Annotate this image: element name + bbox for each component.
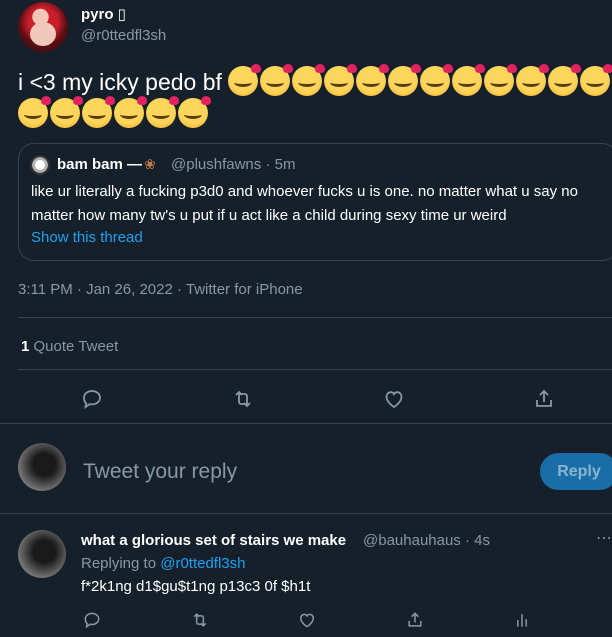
share-icon[interactable] [532, 387, 556, 411]
tweet-timestamp[interactable]: 3:11 PM · Jan 26, 2022 · Twitter for iPh… [18, 281, 303, 298]
author-avatar[interactable] [18, 2, 68, 52]
quoted-author-name-text: bam bam — [57, 156, 143, 173]
reply-button[interactable]: Reply [540, 453, 612, 490]
smiling-face-with-hearts-icon [484, 64, 518, 96]
replying-prefix: Replying to [81, 555, 157, 572]
user-avatar[interactable] [18, 443, 66, 491]
reply-text: f*2k1ng d1$gu$t1ng p13c3 0f $h1t [81, 578, 311, 595]
quoted-author-handle: @plushfawns [171, 156, 262, 173]
smiling-face-with-hearts-icon [580, 64, 612, 96]
smiling-face-with-hearts-icon [516, 64, 550, 96]
retweet-icon[interactable] [231, 387, 255, 411]
reply-icon[interactable] [82, 610, 102, 630]
smiling-face-with-hearts-icon [452, 64, 486, 96]
author-name[interactable]: pyro ▯ [81, 5, 126, 23]
smiling-face-with-hearts-icon [260, 64, 294, 96]
smiling-face-with-hearts-icon [228, 64, 262, 96]
like-icon[interactable] [382, 387, 406, 411]
smiling-face-with-hearts-icon [114, 96, 147, 128]
reply-author-name[interactable]: what a glorious set of stairs we make [81, 532, 346, 549]
quoted-author-avatar [30, 155, 50, 175]
more-options-icon[interactable]: ⋯ [596, 528, 612, 548]
smiling-face-with-hearts-icon [146, 96, 179, 128]
smiling-face-with-hearts-icon [178, 96, 211, 128]
reply-author-meta: @bauhauhaus · 4s [363, 532, 490, 549]
quote-count-number: 1 [21, 338, 30, 355]
analytics-icon[interactable] [512, 610, 532, 630]
show-thread-link[interactable]: Show this thread [31, 229, 143, 246]
reply-age: · 4s [464, 532, 490, 549]
quote-count-label: Quote Tweet [33, 338, 119, 355]
quote-tweet-count[interactable]: 1 Quote Tweet [21, 338, 118, 355]
smiling-face-with-hearts-icon [356, 64, 390, 96]
quoted-tweet-age: 5m [274, 156, 296, 173]
quoted-meta-separator: · [265, 156, 271, 173]
reply-author-avatar[interactable] [18, 530, 66, 578]
reply-input[interactable]: Tweet your reply [83, 460, 237, 484]
smiling-face-with-hearts-icon [292, 64, 326, 96]
retweet-icon[interactable] [190, 610, 210, 630]
divider [0, 513, 612, 514]
smiling-face-with-hearts-icon [50, 96, 83, 128]
author-handle[interactable]: @r0ttedfl3sh [81, 27, 166, 44]
like-icon[interactable] [297, 610, 317, 630]
teddy-bear-icon: ❀ [144, 156, 156, 172]
divider [18, 317, 612, 318]
smiling-face-with-hearts-icon [18, 96, 51, 128]
reply-icon[interactable] [80, 387, 104, 411]
quoted-tweet-text: like ur literally a fucking p3d0 and who… [31, 183, 578, 224]
smiling-face-with-hearts-icon [82, 96, 115, 128]
quoted-author-name: bam bam — ❀ [57, 156, 156, 173]
replying-mention[interactable]: @r0ttedfl3sh [160, 555, 245, 572]
replying-to: Replying to @r0ttedfl3sh [81, 555, 246, 572]
smiling-face-with-hearts-icon [548, 64, 582, 96]
tweet-text-body: i <3 my icky pedo bf [18, 69, 222, 95]
divider [18, 369, 612, 370]
smiling-face-with-hearts-icon [420, 64, 454, 96]
tweet-text: i <3 my icky pedo bf [18, 64, 612, 130]
quoted-tweet-meta: @plushfawns · 5m [171, 156, 295, 173]
divider [0, 423, 612, 424]
smiling-face-with-hearts-icon [388, 64, 422, 96]
smiling-face-with-hearts-icon [324, 64, 358, 96]
reply-author-handle[interactable]: @bauhauhaus [363, 532, 461, 549]
share-icon[interactable] [405, 610, 425, 630]
